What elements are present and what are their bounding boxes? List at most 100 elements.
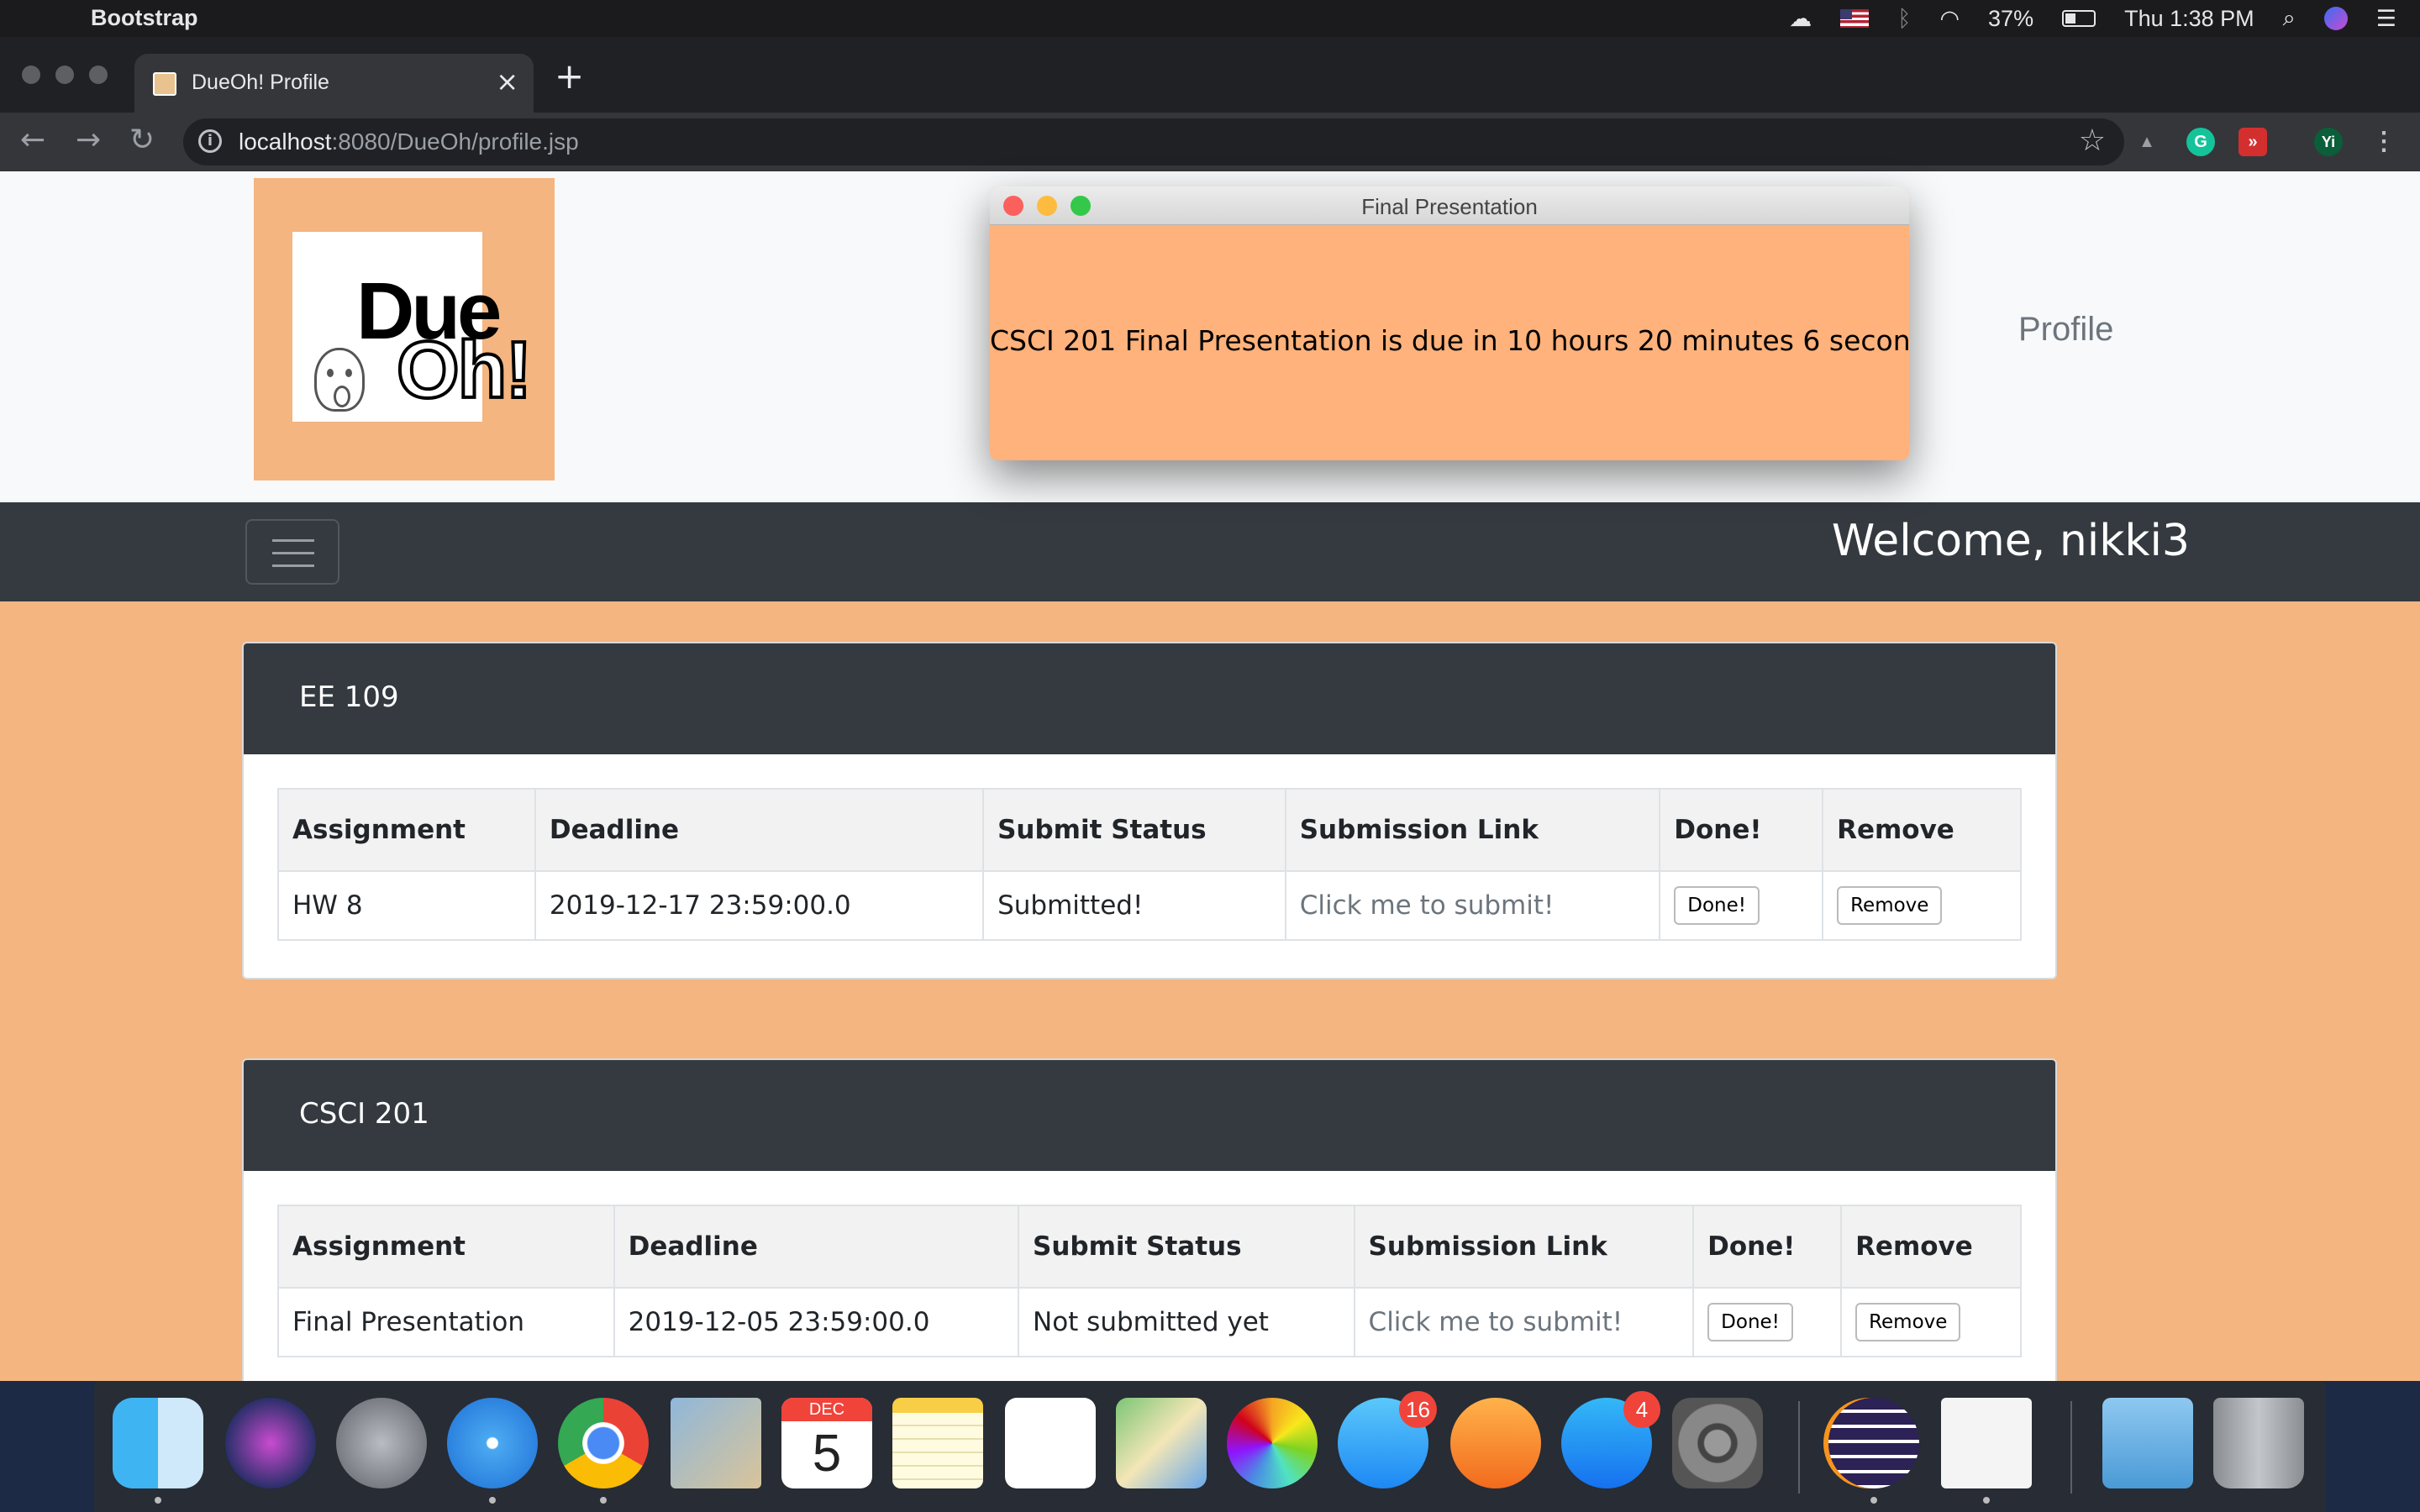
window-minimize-control[interactable]: [55, 66, 74, 84]
logo-text-oh: Oh!: [395, 323, 534, 417]
done-cell: Done!: [1692, 1287, 1843, 1357]
reload-icon[interactable]: ↻: [129, 123, 155, 158]
alert-title-bar[interactable]: Final Presentation: [990, 186, 1909, 225]
done-button[interactable]: Done!: [1707, 1303, 1793, 1341]
mail-icon[interactable]: [671, 1398, 761, 1488]
clock[interactable]: Thu 1:38 PM: [2124, 6, 2254, 32]
profile-link[interactable]: Profile: [2018, 311, 2113, 349]
url-path: :8080/DueOh/profile.jsp: [331, 129, 579, 155]
status-items: ☁ ᛒ ◠ 37% Thu 1:38 PM ⌕ ☰: [1789, 0, 2396, 37]
running-indicator: [155, 1497, 161, 1504]
battery-icon[interactable]: [2062, 10, 2096, 27]
deadline: 2019-12-05 23:59:00.0: [613, 1287, 1020, 1357]
java-icon[interactable]: [1941, 1398, 2032, 1488]
url-text[interactable]: localhost:8080/DueOh/profile.jsp: [239, 129, 579, 155]
submit-status: Submitted!: [982, 870, 1286, 941]
dock-separator: [2070, 1401, 2072, 1494]
eclipse-icon[interactable]: [1828, 1398, 1919, 1488]
bookmark-star-icon[interactable]: ☆: [2079, 123, 2106, 158]
active-app-name[interactable]: Bootstrap: [91, 5, 198, 31]
remove-button[interactable]: Remove: [1855, 1303, 1961, 1341]
column-header: Submission Link: [1284, 788, 1661, 872]
pdf-extension-icon[interactable]: »: [2238, 128, 2267, 156]
maps-icon[interactable]: [1116, 1398, 1207, 1488]
address-bar[interactable]: i localhost:8080/DueOh/profile.jsp ☆: [183, 118, 2124, 165]
chrome-icon[interactable]: [558, 1398, 649, 1488]
running-indicator: [489, 1497, 496, 1504]
cloud-icon[interactable]: ☁: [1789, 6, 1812, 32]
books-icon[interactable]: [1450, 1398, 1541, 1488]
tab-strip: DueOh! Profile × +: [0, 37, 2420, 113]
new-tab-icon[interactable]: +: [555, 59, 584, 94]
window-close-control[interactable]: [22, 66, 40, 84]
alert-message: CSCI 201 Final Presentation is due in 10…: [990, 324, 1909, 357]
running-indicator: [1983, 1497, 1990, 1504]
trash-icon[interactable]: [2213, 1398, 2304, 1488]
siri-icon[interactable]: [2323, 7, 2348, 30]
url-host: localhost: [239, 129, 332, 155]
siri-app-icon[interactable]: [225, 1398, 316, 1488]
close-tab-icon[interactable]: ×: [496, 66, 518, 97]
notification-center-icon[interactable]: ☰: [2376, 6, 2396, 32]
app-store-icon[interactable]: 4: [1561, 1391, 1660, 1488]
spotlight-search-icon[interactable]: ⌕: [2283, 5, 2296, 32]
profile-avatar[interactable]: Yi: [2314, 128, 2343, 156]
grammarly-icon[interactable]: G: [2186, 128, 2215, 156]
column-header: Assignment: [277, 1205, 615, 1289]
reminders-icon[interactable]: [1005, 1398, 1096, 1488]
safari-icon[interactable]: [447, 1398, 538, 1488]
tab-title: DueOh! Profile: [192, 71, 329, 94]
messages-badge: 16: [1399, 1391, 1437, 1428]
deadline: 2019-12-17 23:59:00.0: [534, 870, 985, 941]
battery-percent[interactable]: 37%: [1988, 6, 2033, 32]
bluetooth-icon[interactable]: ᛒ: [1897, 6, 1911, 32]
column-header: Assignment: [277, 788, 536, 872]
table-row: Final Presentation 2019-12-05 23:59:00.0…: [277, 1287, 2022, 1357]
assignment-name: HW 8: [277, 870, 536, 941]
browser-tab-active[interactable]: DueOh! Profile ×: [134, 54, 534, 113]
window-zoom-control[interactable]: [89, 66, 108, 84]
deadline-alert-window[interactable]: Final Presentation CSCI 201 Final Presen…: [990, 186, 1909, 460]
welcome-message: Welcome, nikki3: [1831, 516, 2190, 566]
course-card: EE 109 Assignment Deadline Submit Status…: [242, 642, 2057, 979]
wifi-icon[interactable]: ◠: [1939, 6, 1960, 32]
column-header: Deadline: [613, 1205, 1020, 1289]
navbar: Welcome, nikki3: [0, 502, 2420, 601]
forward-icon[interactable]: →: [76, 123, 101, 158]
table-row: HW 8 2019-12-17 23:59:00.0 Submitted! Cl…: [277, 870, 2022, 941]
flag-icon[interactable]: [1840, 9, 1870, 28]
course-title: CSCI 201: [299, 1097, 429, 1131]
hamburger-menu-button[interactable]: [245, 519, 339, 585]
submission-link[interactable]: Click me to submit!: [1300, 890, 1555, 921]
google-drive-icon[interactable]: ▲: [2133, 128, 2161, 156]
launchpad-icon[interactable]: [336, 1398, 427, 1488]
submission-link[interactable]: Click me to submit!: [1369, 1307, 1623, 1337]
app-store-badge: 4: [1623, 1391, 1660, 1428]
column-header: Done!: [1659, 788, 1824, 872]
column-header: Submission Link: [1353, 1205, 1695, 1289]
logo-inner: Due Oh!: [292, 232, 534, 422]
notes-icon[interactable]: [892, 1398, 983, 1488]
course-card-header: CSCI 201: [244, 1060, 2055, 1171]
remove-cell: Remove: [1822, 870, 2022, 941]
column-header: Remove: [1822, 788, 2022, 872]
hamburger-icon-line: [272, 564, 314, 567]
back-icon[interactable]: ←: [20, 123, 45, 158]
running-indicator: [1870, 1497, 1877, 1504]
downloads-folder-icon[interactable]: [2102, 1398, 2193, 1488]
messages-icon[interactable]: 16: [1338, 1391, 1437, 1488]
finder-icon[interactable]: [113, 1398, 203, 1488]
done-button[interactable]: Done!: [1674, 886, 1760, 925]
system-preferences-icon[interactable]: [1672, 1398, 1763, 1488]
column-header: Done!: [1692, 1205, 1843, 1289]
browser-toolbar: ← → ↻ i localhost:8080/DueOh/profile.jsp…: [0, 113, 2420, 171]
submit-status: Not submitted yet: [1018, 1287, 1355, 1357]
remove-button[interactable]: Remove: [1837, 886, 1943, 925]
dueoh-logo[interactable]: Due Oh!: [254, 178, 555, 480]
chrome-menu-icon[interactable]: ⋮: [2370, 128, 2398, 156]
photos-icon[interactable]: [1227, 1398, 1318, 1488]
calendar-icon[interactable]: DEC 5: [781, 1398, 872, 1488]
running-indicator: [600, 1497, 607, 1504]
site-info-icon[interactable]: i: [198, 129, 222, 153]
hamburger-icon: [272, 539, 314, 542]
